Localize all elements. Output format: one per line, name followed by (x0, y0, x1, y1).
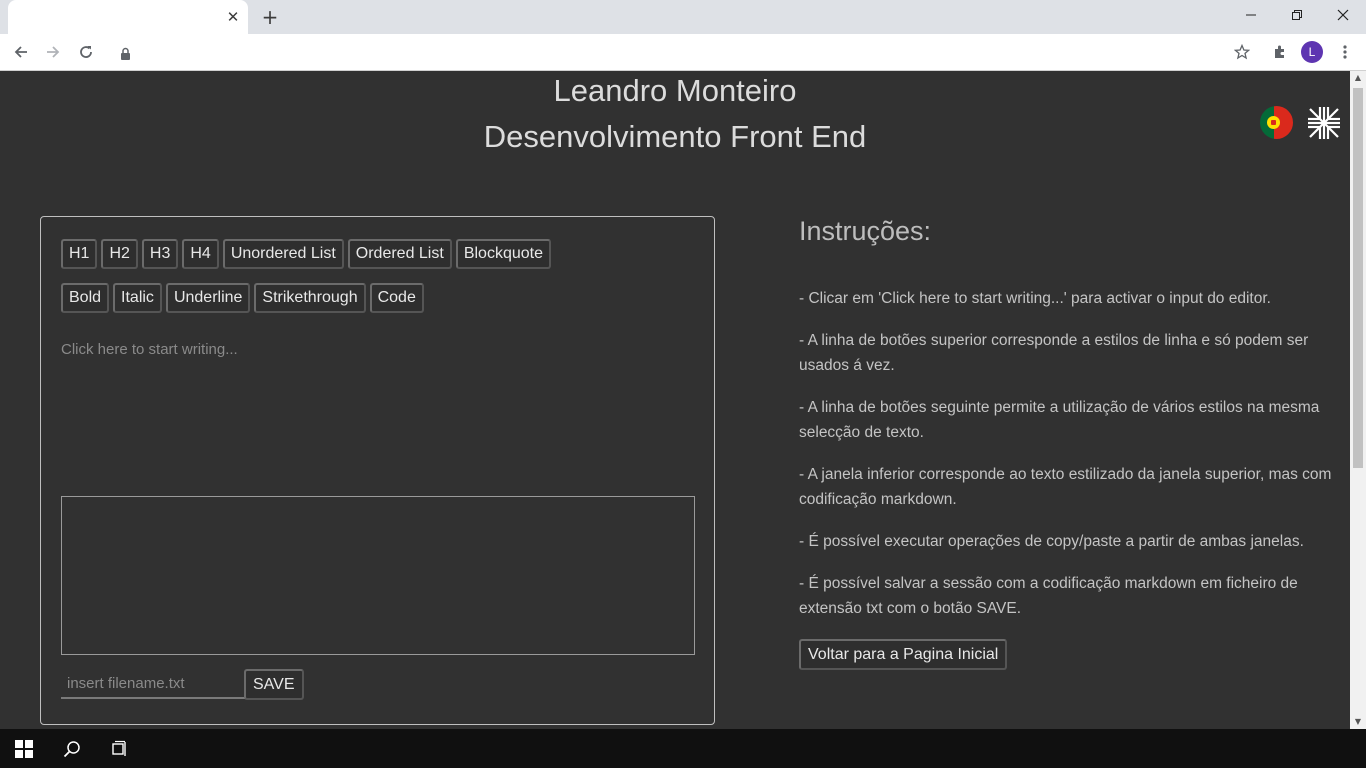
tab-strip: ✕ + (0, 0, 1366, 34)
page-title: Leandro Monteiro (553, 73, 797, 108)
inline-style-toolbar: Bold Italic Underline Strikethrough Code (61, 283, 424, 313)
restore-icon[interactable] (1274, 0, 1320, 30)
os-taskbar (0, 729, 1366, 768)
tab-close-icon[interactable]: ✕ (224, 8, 242, 26)
filename-input[interactable] (61, 669, 245, 699)
address-bar[interactable] (108, 37, 1258, 67)
h3-button[interactable]: H3 (141, 239, 179, 269)
new-tab-button[interactable]: + (258, 6, 282, 28)
close-icon[interactable] (1320, 0, 1366, 30)
task-view-icon[interactable] (96, 729, 144, 768)
forward-arrow-icon[interactable] (40, 40, 66, 64)
back-home-button[interactable]: Voltar para a Pagina Inicial (799, 639, 1008, 670)
uk-flag-icon[interactable] (1307, 106, 1341, 144)
browser-tab[interactable]: ✕ (8, 0, 248, 34)
windows-start-icon[interactable] (0, 729, 48, 768)
kebab-menu-icon[interactable] (1332, 40, 1358, 64)
page-content: Leandro Monteiro Desenvolvimento Front E… (0, 71, 1350, 729)
instructions-title: Instruções: (799, 216, 932, 246)
unordered-list-button[interactable]: Unordered List (222, 239, 344, 269)
instruction-item: - Clicar em 'Click here to start writing… (799, 290, 1271, 307)
save-button[interactable]: SAVE (244, 669, 304, 700)
h4-button[interactable]: H4 (182, 239, 219, 269)
instructions-list: - Clicar em 'Click here to start writing… (799, 286, 1339, 638)
extensions-icon[interactable] (1267, 40, 1293, 64)
block-style-toolbar: H1 H2 H3 H4 Unordered List Ordered List … (61, 239, 551, 269)
rich-text-editor[interactable]: Click here to start writing... (61, 341, 701, 481)
back-arrow-icon[interactable] (8, 40, 34, 64)
profile-avatar[interactable]: L (1301, 41, 1323, 63)
instruction-item: - A janela inferior corresponde ao texto… (799, 466, 1332, 508)
minimize-icon[interactable] (1228, 0, 1274, 30)
blockquote-button[interactable]: Blockquote (455, 239, 551, 269)
h2-button[interactable]: H2 (101, 239, 138, 269)
italic-button[interactable]: Italic (113, 283, 162, 313)
h1-button[interactable]: H1 (61, 239, 98, 269)
strikethrough-button[interactable]: Strikethrough (254, 283, 366, 313)
ordered-list-button[interactable]: Ordered List (347, 239, 452, 269)
portugal-flag-icon[interactable] (1260, 106, 1293, 139)
underline-button[interactable]: Underline (165, 283, 251, 313)
markdown-output[interactable] (61, 496, 695, 655)
instruction-item: - A linha de botões seguinte permite a u… (799, 399, 1320, 441)
instruction-item: - É possível salvar a sessão com a codif… (799, 575, 1298, 617)
browser-toolbar: L (0, 34, 1366, 71)
page-scrollbar[interactable]: ▲ ▼ (1350, 71, 1366, 729)
bookmark-star-icon[interactable] (1233, 43, 1251, 64)
bold-button[interactable]: Bold (61, 283, 110, 313)
scroll-up-icon[interactable]: ▲ (1350, 71, 1366, 85)
scroll-down-icon[interactable]: ▼ (1350, 715, 1366, 729)
instruction-item: - A linha de botões superior corresponde… (799, 332, 1309, 374)
search-icon[interactable] (48, 729, 96, 768)
editor-panel: H1 H2 H3 H4 Unordered List Ordered List … (40, 216, 715, 725)
reload-icon[interactable] (73, 40, 99, 64)
code-button[interactable]: Code (369, 283, 424, 313)
instruction-item: - É possível executar operações de copy/… (799, 533, 1304, 550)
scroll-thumb[interactable] (1353, 88, 1363, 468)
lock-icon (120, 45, 131, 64)
page-subtitle: Desenvolvimento Front End (483, 119, 867, 154)
